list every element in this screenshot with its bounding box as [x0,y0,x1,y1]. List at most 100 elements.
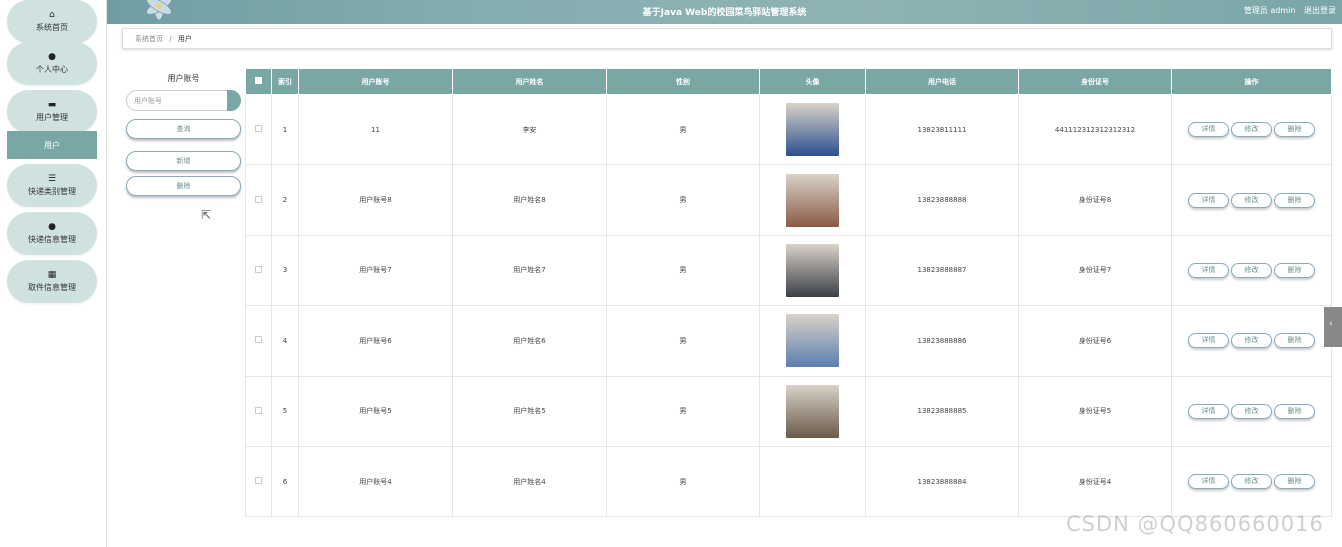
cell-account: 用户账号8 [298,164,453,236]
header-name: 用户姓名 [452,68,607,95]
delete-button[interactable]: 删除 [1274,333,1315,349]
cell-account: 用户账号6 [298,305,453,377]
grid-icon: ▦ [47,270,57,280]
sidebar-item-3[interactable]: ☰ 快递类别管理 [7,164,97,207]
cell-index: 5 [271,375,299,447]
sidebar-item-label: 取件信息管理 [28,283,76,292]
avatar [786,173,839,227]
delete-button[interactable]: 删除 [1274,262,1315,278]
edit-button[interactable]: 修改 [1231,474,1272,490]
header-actions: 操作 [1171,68,1332,95]
row-select-cell[interactable] [245,375,272,447]
cell-name: 用户姓名4 [452,445,607,518]
delete-button[interactable]: 删除 [1274,403,1315,419]
cell-actions: 详情 修改 删除 [1171,93,1332,166]
breadcrumb-home[interactable]: 系统首页 [135,35,163,43]
row-checkbox[interactable] [255,195,262,203]
header-index: 索引 [271,68,299,95]
edit-button[interactable]: 修改 [1231,122,1272,138]
cell-actions: 详情 修改 删除 [1171,375,1332,447]
sidebar-item-2[interactable]: ▬ 用户管理 [7,90,97,133]
detail-button[interactable]: 详情 [1188,474,1229,490]
edit-button[interactable]: 修改 [1231,192,1272,208]
cell-actions: 详情 修改 删除 [1171,234,1332,307]
delete-button[interactable]: 删除 [1274,122,1315,138]
delete-button[interactable]: 删除 [1274,474,1315,490]
cell-avatar [759,93,866,166]
user-area: 管理员 admin 退出登录 [1238,5,1336,16]
cell-account: 11 [298,93,453,166]
sidebar-item-label: 用户管理 [36,113,68,122]
edit-button[interactable]: 修改 [1231,403,1272,419]
table-row: 1 11 李安男 13823811111 441112312312312312 详情 修改删… [245,93,1332,166]
cell-phone: 13823888884 [865,445,1019,518]
table-row: 3 用户账号7 用户姓名7 男 13823888887 身份证号7 详情 修改 删除 [245,234,1332,307]
select-all-checkbox[interactable] [255,77,262,84]
sidebar: ⌂ 系统首页 ● 个人中心 ▬ 用户管理 ☰ 快递类别管理 ● 快递信息管理 ▦ 取件信息管理 用户 [0,0,107,547]
briefcase-icon: ▬ [47,100,57,110]
watermark: CSDN @QQ860660016 [1066,512,1324,536]
header-gender: 性别 [606,68,760,95]
cell-gender: 男 [606,375,760,447]
add-button[interactable]: 新增 [126,151,241,171]
row-checkbox[interactable] [255,265,262,273]
breadcrumb-current: 用户 [177,35,192,43]
sidebar-item-1[interactable]: ● 个人中心 [7,42,97,85]
location-icon: ● [48,222,56,232]
user-table: 索引 用户账号 用户姓名 性别 头像 用户电话 身份证号 操作 1 11 李安男 13… [245,68,1332,518]
sidebar-item-label: 快递类别管理 [28,187,76,196]
sidebar-item-label: 快递信息管理 [28,235,76,244]
mouse-cursor-icon: ⇱ [201,208,212,222]
detail-button[interactable]: 详情 [1188,262,1229,278]
detail-button[interactable]: 详情 [1188,192,1229,208]
sidebar-item-5[interactable]: ▦ 取件信息管理 [7,260,97,303]
row-select-cell[interactable] [245,93,272,166]
breadcrumb: 系统首页 / 用户 [122,28,1332,49]
batch-delete-button[interactable]: 删除 [126,176,241,196]
cell-idcard: 身份证号7 [1018,234,1172,307]
table-row: 5 用户账号5 用户姓名5 男 13823888885 身份证号5 详情 修改 删除 [245,375,1332,447]
avatar [786,243,839,297]
header-account: 用户账号 [298,68,453,95]
header-avatar: 头像 [759,68,866,95]
cell-name: 用户姓名6 [452,305,607,377]
row-select-cell[interactable] [245,445,272,518]
row-checkbox[interactable] [255,336,262,344]
cell-gender: 男 [606,445,760,518]
row-checkbox[interactable] [255,125,262,133]
avatar [786,103,839,157]
row-select-cell[interactable] [245,164,272,236]
table-row: 4 用户账号6 用户姓名6 男 13823888886 身份证号6 详情 修改 删除 [245,305,1332,377]
cell-avatar [759,375,866,447]
account-search-input[interactable]: 用户账号 [126,90,241,111]
side-drawer-handle[interactable]: ‹ [1324,307,1342,347]
cell-idcard: 441112312312312312 [1018,93,1172,166]
logout-link[interactable]: 退出登录 [1304,6,1336,15]
detail-button[interactable]: 详情 [1188,333,1229,349]
table-row: 6 用户账号4 用户姓名4 男 13823888884 身份证号4 详情 修改 删除 [245,445,1332,518]
row-select-cell[interactable] [245,234,272,307]
edit-button[interactable]: 修改 [1231,262,1272,278]
cell-actions: 详情 修改 删除 [1171,305,1332,377]
detail-button[interactable]: 详情 [1188,403,1229,419]
edit-button[interactable]: 修改 [1231,333,1272,349]
cell-gender: 男 [606,305,760,377]
row-checkbox[interactable] [255,406,262,414]
top-header: 基于Java Web的校园菜鸟驿站管理系统 管理员 admin 退出登录 [107,0,1342,24]
row-checkbox[interactable] [255,477,262,485]
cell-avatar [759,445,866,518]
query-button[interactable]: 查询 [126,119,241,139]
cell-account: 用户账号7 [298,234,453,307]
delete-button[interactable]: 删除 [1274,192,1315,208]
cell-avatar [759,164,866,236]
sidebar-item-0[interactable]: ⌂ 系统首页 [7,0,97,43]
sidebar-item-4[interactable]: ● 快递信息管理 [7,212,97,255]
select-all-cell[interactable] [245,68,272,95]
detail-button[interactable]: 详情 [1188,122,1229,138]
sidebar-subitem-user[interactable]: 用户 [7,131,97,159]
header-phone: 用户电话 [865,68,1019,95]
cell-phone: 13823811111 [865,93,1019,166]
cell-name: 用户姓名5 [452,375,607,447]
row-select-cell[interactable] [245,305,272,377]
cell-index: 2 [271,164,299,236]
